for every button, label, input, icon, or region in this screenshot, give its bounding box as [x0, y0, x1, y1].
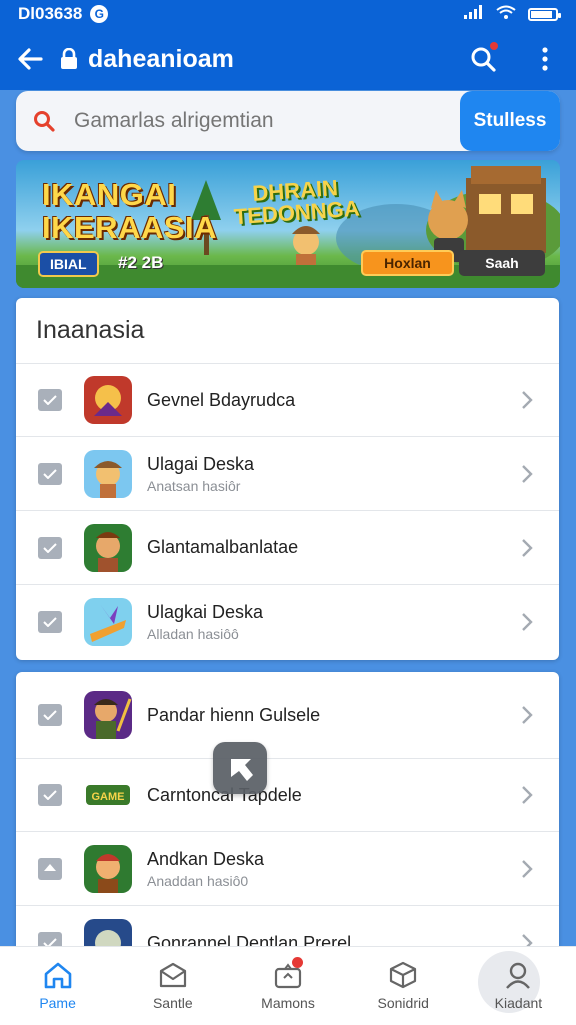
battery-icon [528, 7, 561, 21]
chevron-right-icon [522, 464, 533, 483]
nav-item-sonidrid[interactable]: Sonidrid [346, 947, 461, 1025]
banner-title: IKANGAI IKERAASIA [42, 178, 217, 244]
search-button[interactable] [452, 28, 514, 90]
back-button[interactable] [0, 28, 60, 90]
promo-banner[interactable]: IKANGAI IKERAASIA DHRAIN TEDONNGA IBIAL … [16, 160, 560, 288]
svg-text:GAME: GAME [92, 791, 125, 803]
nav-item-home[interactable]: Pame [0, 947, 115, 1025]
item-subtitle: Anatsan hasiôr [147, 477, 241, 494]
list-item[interactable]: Andkan Deska Anaddan hasiô0 [16, 832, 559, 906]
nav-label: Pame [39, 995, 76, 1011]
checkbox-icon[interactable] [38, 704, 62, 726]
chevron-right-icon [522, 538, 533, 557]
more-options-button[interactable] [514, 28, 576, 90]
banner-tag: IBIAL [38, 251, 99, 277]
chevron-right-icon [522, 859, 533, 878]
item-subtitle: Anaddan hasiô0 [147, 872, 249, 889]
app-bar: daheanioam [0, 28, 576, 90]
upload-icon[interactable] [38, 857, 62, 880]
chevron-right-icon [522, 706, 533, 724]
checkbox-icon[interactable] [38, 389, 62, 411]
checkbox-icon[interactable] [38, 784, 62, 806]
search-input[interactable] [72, 108, 460, 134]
arrow-left-icon [18, 48, 43, 70]
game-thumbnail [84, 376, 132, 424]
banner-title-line-2: IKERAASIA [42, 210, 218, 245]
item-title: Ulagai Deska [147, 453, 255, 474]
list-item[interactable]: Glantamalbanlatae [16, 511, 559, 585]
chevron-right-icon [522, 786, 533, 804]
signal-icon [464, 4, 484, 24]
section-title: Inaanasia [16, 298, 559, 364]
game-thumbnail: GAME [84, 771, 132, 819]
mail-icon [159, 962, 186, 988]
nav-label: Sonidrid [377, 995, 429, 1011]
nav-label: Santle [152, 995, 193, 1011]
search-submit-button[interactable]: Stulless [460, 91, 560, 151]
more-vertical-icon [542, 47, 548, 71]
status-bar: Dl03638 G [0, 0, 576, 28]
list-item[interactable]: Ulagkai Deska Alladan hasiôô [16, 585, 559, 659]
nav-label: Mamons [261, 995, 315, 1011]
banner-rating: #2 2B [118, 253, 164, 272]
lock-icon [61, 48, 77, 69]
game-thumbnail [84, 691, 132, 739]
list-item[interactable]: Ulagai Deska Anatsan hasiôr [16, 437, 559, 511]
item-subtitle: Alladan hasiôô [147, 626, 239, 642]
list-item[interactable]: Pandar hienn Gulsele [16, 672, 559, 759]
profile-icon [506, 962, 531, 989]
banner-title-line-1: IKANGAI [42, 177, 177, 212]
game-thumbnail [84, 598, 132, 646]
search-icon [34, 111, 55, 132]
game-thumbnail [84, 449, 132, 498]
item-title: Andkan Deska [147, 848, 265, 869]
checkbox-icon[interactable] [38, 611, 62, 633]
chevron-right-icon [522, 613, 533, 631]
games-list-card-2: Pandar hienn Gulsele GAME Carntoncal Tap… [16, 672, 559, 962]
banner-secondary-button[interactable]: Saah [459, 250, 545, 276]
list-item[interactable]: Gevnel Bdayrudca [16, 364, 559, 437]
nav-item-santle[interactable]: Santle [115, 947, 230, 1025]
box-icon [390, 961, 417, 989]
item-title: Glantamalbanlatae [147, 537, 299, 557]
banner-primary-button[interactable]: Hoxlan [361, 250, 454, 276]
page-title: daheanioam [88, 44, 234, 73]
game-thumbnail [84, 844, 132, 893]
game-thumbnail [84, 523, 132, 572]
item-title: Gevnel Bdayrudca [147, 389, 296, 410]
item-title: Ulagkai Deska [147, 602, 264, 622]
pointer-cursor-icon [213, 742, 267, 794]
games-list-card: Inaanasia Gevnel Bdayrudca Ulagai Deska A… [16, 298, 559, 660]
checkbox-icon[interactable] [38, 462, 62, 485]
search-bar: Stulless [16, 91, 560, 151]
banner-game-logo: DHRAIN TEDONNGA [225, 175, 368, 229]
wifi-icon [496, 4, 516, 24]
status-time: Dl03638 [18, 4, 83, 23]
search-notification-dot [490, 42, 498, 50]
chevron-right-icon [522, 391, 533, 409]
notification-g-icon: G [90, 5, 109, 23]
checkbox-icon[interactable] [38, 536, 62, 559]
nav-label: Kiadant [494, 995, 543, 1011]
bottom-navigation: Pame Santle Mamons Sonidrid Kiadant [0, 946, 576, 1025]
item-title: Pandar hienn Gulsele [147, 704, 321, 725]
nav-item-profile[interactable]: Kiadant [461, 947, 576, 1025]
list-item[interactable]: GAME Carntoncal Tapdele [16, 759, 559, 832]
home-icon [44, 962, 71, 989]
nav-item-mamons[interactable]: Mamons [230, 947, 345, 1025]
